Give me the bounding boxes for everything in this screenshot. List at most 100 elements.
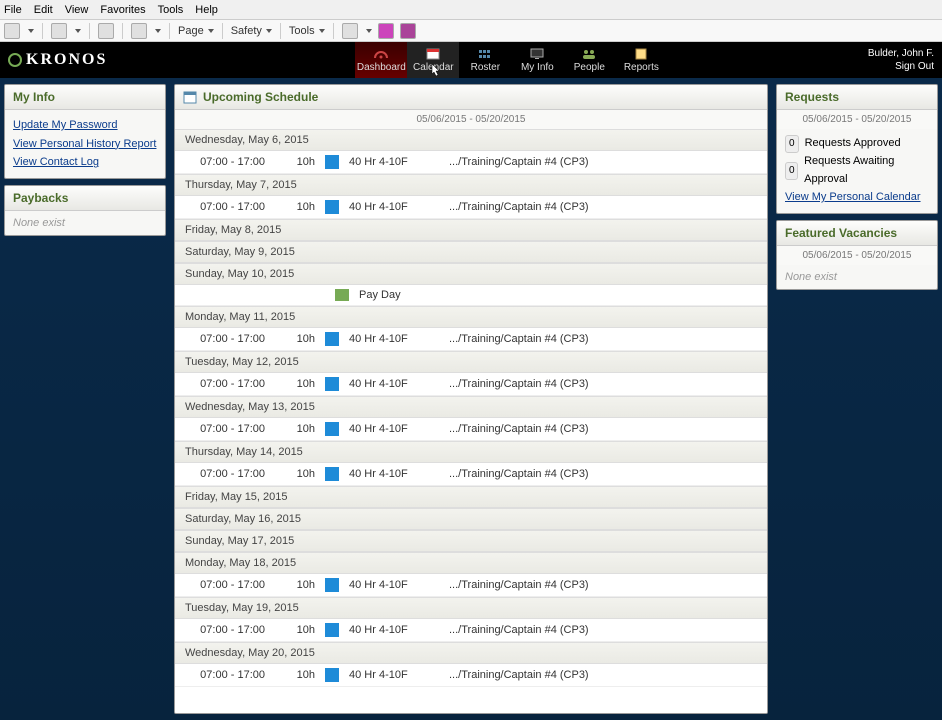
- logo-icon: [8, 53, 22, 67]
- shift-color-swatch: [325, 200, 339, 214]
- nav-people[interactable]: People: [563, 42, 615, 78]
- shift-code: 40 Hr 4-10F: [349, 669, 439, 681]
- day-header: Sunday, May 10, 2015: [175, 263, 767, 285]
- shift-code: 40 Hr 4-10F: [349, 468, 439, 480]
- brand-text: KRONOS: [26, 51, 107, 69]
- shift-hours: 10h: [285, 378, 315, 390]
- mail-icon[interactable]: [98, 23, 114, 39]
- shift-row[interactable]: 07:00 - 17:0010h40 Hr 4-10F.../Training/…: [175, 463, 767, 486]
- shift-time: 07:00 - 17:00: [185, 468, 275, 480]
- link-update-password[interactable]: Update My Password: [13, 116, 157, 135]
- shift-color-swatch: [325, 377, 339, 391]
- shift-code: 40 Hr 4-10F: [349, 378, 439, 390]
- shift-desc: .../Training/Captain #4 (CP3): [449, 579, 757, 591]
- schedule-date-range: 05/06/2015 - 05/20/2015: [175, 110, 767, 129]
- sign-out-link[interactable]: Sign Out: [895, 61, 934, 72]
- print-icon[interactable]: [131, 23, 147, 39]
- calendar-small-icon: [183, 90, 197, 104]
- user-name: Bulder, John F.: [868, 47, 934, 60]
- shift-row[interactable]: 07:00 - 17:0010h40 Hr 4-10F.../Training/…: [175, 328, 767, 351]
- panel-title-vacancies: Featured Vacancies: [777, 221, 937, 246]
- user-info: Bulder, John F. Sign Out: [868, 47, 938, 73]
- safety-dropdown[interactable]: Safety: [231, 25, 272, 37]
- page-dropdown[interactable]: Page: [178, 25, 214, 37]
- panel-paybacks: Paybacks None exist: [4, 185, 166, 236]
- requests-date-range: 05/06/2015 - 05/20/2015: [777, 110, 937, 129]
- onenote-icon[interactable]: [378, 23, 394, 39]
- shift-time: 07:00 - 17:00: [185, 201, 275, 213]
- menu-edit[interactable]: Edit: [34, 4, 53, 16]
- shift-time: 07:00 - 17:00: [185, 333, 275, 345]
- day-header: Thursday, May 7, 2015: [175, 174, 767, 196]
- shift-code: 40 Hr 4-10F: [349, 624, 439, 636]
- shift-color-swatch: [325, 578, 339, 592]
- shift-row[interactable]: 07:00 - 17:00 10h 40 Hr 4-10F .../Training/…: [175, 574, 767, 597]
- home-icon[interactable]: [4, 23, 20, 39]
- sidebar-left: My Info Update My Password View Personal…: [0, 78, 170, 720]
- requests-approved-count: 0: [785, 135, 799, 153]
- link-personal-history[interactable]: View Personal History Report: [13, 135, 157, 154]
- shift-color-swatch: [325, 668, 339, 682]
- nav-label: Dashboard: [357, 62, 406, 73]
- shift-hours: 10h: [285, 156, 315, 168]
- menu-help[interactable]: Help: [195, 4, 218, 16]
- shift-hours: 10h: [285, 669, 315, 681]
- shift-hours: 10h: [285, 624, 315, 636]
- shift-desc: .../Training/Captain #4 (CP3): [449, 378, 757, 390]
- menu-file[interactable]: File: [4, 4, 22, 16]
- shift-time: 07:00 - 17:00: [185, 624, 275, 636]
- brand-logo[interactable]: KRONOS: [0, 42, 115, 78]
- shift-hours: 10h: [285, 579, 315, 591]
- help-icon[interactable]: [342, 23, 358, 39]
- shift-hours: 10h: [285, 333, 315, 345]
- shift-row[interactable]: 07:00 - 17:0010h40 Hr 4-10F.../Training/…: [175, 151, 767, 174]
- shift-desc: .../Training/Captain #4 (CP3): [449, 624, 757, 636]
- calendar-icon: [425, 48, 441, 60]
- feed-icon[interactable]: [51, 23, 67, 39]
- panel-schedule: Upcoming Schedule 05/06/2015 - 05/20/201…: [174, 84, 768, 714]
- shift-code: 40 Hr 4-10F: [349, 333, 439, 345]
- shift-code: 40 Hr 4-10F: [349, 423, 439, 435]
- shift-row[interactable]: 07:00 - 17:0010h40 Hr 4-10F.../Training/…: [175, 664, 767, 687]
- shift-code: 40 Hr 4-10F: [349, 579, 439, 591]
- link-personal-calendar[interactable]: View My Personal Calendar: [785, 188, 929, 207]
- sidebar-right: Requests 05/06/2015 - 05/20/2015 0 Reque…: [772, 78, 942, 720]
- center-column: Upcoming Schedule 05/06/2015 - 05/20/201…: [170, 78, 772, 720]
- monitor-icon: [529, 48, 545, 60]
- requests-awaiting-count: 0: [785, 162, 798, 180]
- gauge-icon: [373, 48, 389, 60]
- requests-approved-label: Requests Approved: [805, 135, 901, 153]
- nav-roster[interactable]: Roster: [459, 42, 511, 78]
- nav-dashboard[interactable]: Dashboard: [355, 42, 407, 78]
- nav-label: My Info: [521, 62, 554, 73]
- panel-title-schedule: Upcoming Schedule: [175, 85, 767, 110]
- shift-row[interactable]: 07:00 - 17:0010h40 Hr 4-10F.../Training/…: [175, 196, 767, 219]
- link-contact-log[interactable]: View Contact Log: [13, 153, 157, 172]
- shift-color-swatch: [325, 155, 339, 169]
- shift-time: 07:00 - 17:00: [185, 579, 275, 591]
- shift-desc: .../Training/Captain #4 (CP3): [449, 156, 757, 168]
- people-icon: [581, 48, 597, 60]
- menu-view[interactable]: View: [65, 4, 89, 16]
- nav-reports[interactable]: Reports: [615, 42, 667, 78]
- reports-icon: [633, 48, 649, 60]
- main-layout: My Info Update My Password View Personal…: [0, 78, 942, 720]
- nav-calendar[interactable]: Calendar: [407, 42, 459, 78]
- tools-dropdown[interactable]: Tools: [289, 25, 325, 37]
- onenote2-icon[interactable]: [400, 23, 416, 39]
- shift-row[interactable]: 07:00 - 17:00 10h 40 Hr 4-10F .../Training/…: [175, 619, 767, 642]
- shift-row[interactable]: 07:00 - 17:0010h40 Hr 4-10F.../Training/…: [175, 373, 767, 396]
- menu-favorites[interactable]: Favorites: [100, 4, 145, 16]
- menu-tools[interactable]: Tools: [158, 4, 184, 16]
- vacancies-none: None exist: [785, 271, 837, 283]
- panel-vacancies: Featured Vacancies 05/06/2015 - 05/20/20…: [776, 220, 938, 290]
- shift-hours: 10h: [285, 201, 315, 213]
- shift-row[interactable]: 07:00 - 17:0010h40 Hr 4-10F.../Training/…: [175, 418, 767, 441]
- schedule-list[interactable]: Wednesday, May 6, 201507:00 - 17:0010h40…: [175, 129, 767, 713]
- shift-color-swatch: [325, 467, 339, 481]
- shift-desc: .../Training/Captain #4 (CP3): [449, 423, 757, 435]
- shift-time: 07:00 - 17:00: [185, 423, 275, 435]
- requests-awaiting-label: Requests Awaiting Approval: [804, 153, 929, 188]
- day-header: Saturday, May 9, 2015: [175, 241, 767, 263]
- nav-myinfo[interactable]: My Info: [511, 42, 563, 78]
